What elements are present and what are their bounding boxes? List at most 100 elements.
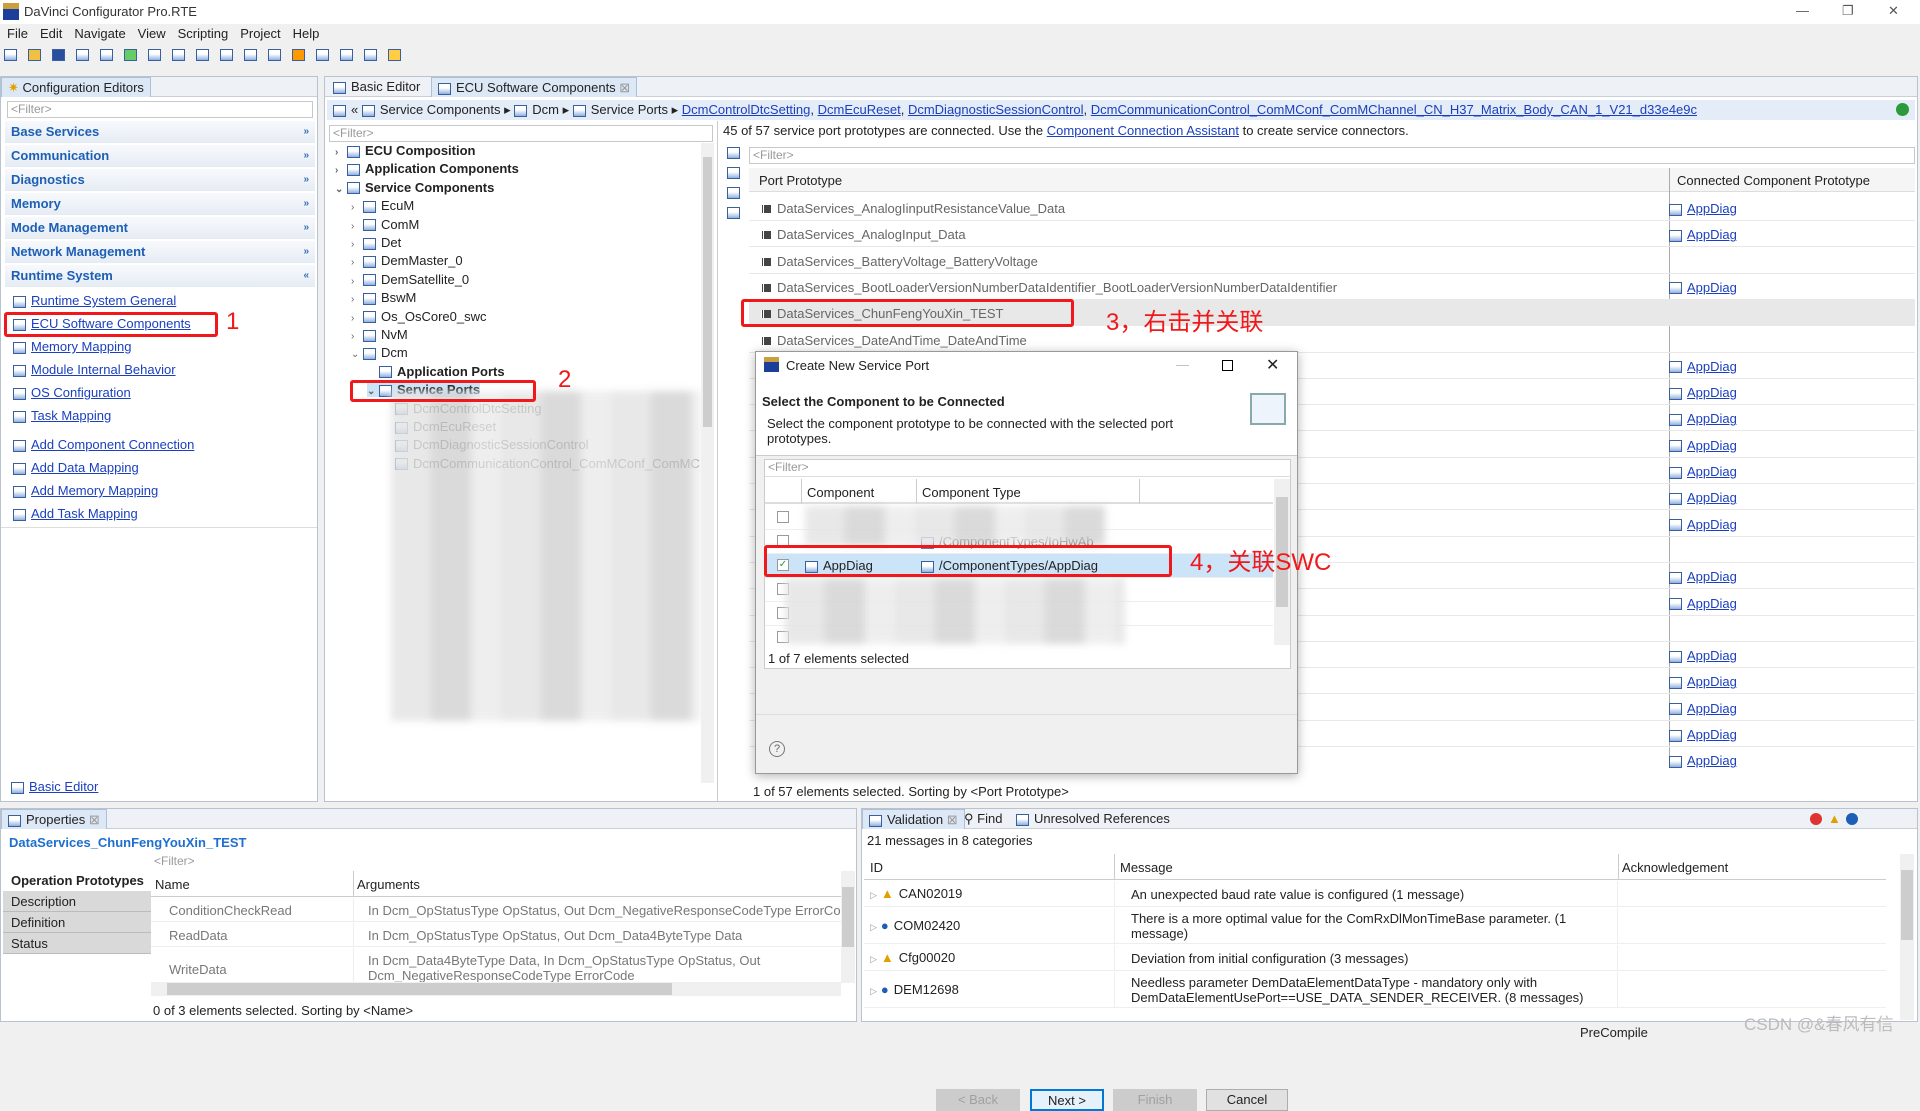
side-tab-description[interactable]: Description	[3, 891, 151, 912]
col-acknowledgement[interactable]: Acknowledgement	[1622, 860, 1728, 875]
tab-validation[interactable]: Validation ⊠	[862, 809, 965, 829]
table-row[interactable]: DataServices_BootLoaderVersionNumberData…	[749, 274, 1915, 300]
category-mode-management[interactable]: Mode Management»	[5, 217, 315, 239]
settings-icon[interactable]	[196, 49, 209, 61]
breadcrumb-link[interactable]: DcmCommunicationControl_ComMConf_ComMCha…	[1091, 102, 1697, 117]
connected-link[interactable]: AppDiag	[1687, 596, 1737, 611]
connected-link[interactable]: AppDiag	[1687, 464, 1737, 479]
connected-component[interactable]: AppDiag	[1669, 359, 1737, 374]
connected-link[interactable]: AppDiag	[1687, 727, 1737, 742]
next-icon[interactable]	[388, 49, 401, 61]
back-icon[interactable]	[292, 49, 305, 61]
menu-file[interactable]: File	[7, 24, 28, 44]
tree-item[interactable]: › Os_OsCore0_swc	[351, 309, 486, 324]
redo-icon[interactable]	[100, 49, 113, 61]
new-icon[interactable]	[4, 49, 17, 61]
connected-component[interactable]: AppDiag	[1669, 385, 1737, 400]
back-button[interactable]: < Back	[936, 1089, 1020, 1111]
col-arguments[interactable]: Arguments	[357, 877, 420, 892]
expand-toggle-icon[interactable]: ›	[351, 294, 363, 305]
expand-toggle-icon[interactable]: ▷	[870, 922, 877, 932]
link-module-internal-behavior[interactable]: Module Internal Behavior	[13, 362, 176, 377]
category-base-services[interactable]: Base Services»	[5, 121, 315, 143]
expand-toggle-icon[interactable]: ›	[351, 331, 363, 342]
connected-component[interactable]: AppDiag	[1669, 438, 1737, 453]
connected-component[interactable]: AppDiag	[1669, 753, 1737, 768]
expand-toggle-icon[interactable]: ▷	[870, 986, 877, 996]
breadcrumb-link[interactable]: DcmControlDtcSetting	[682, 102, 811, 117]
validate-icon[interactable]	[124, 49, 137, 61]
forward-icon[interactable]	[316, 49, 329, 61]
close-tab-icon[interactable]: ⊠	[85, 812, 100, 827]
error-filter-icon[interactable]	[1810, 813, 1822, 825]
properties-vscrollbar[interactable]	[841, 871, 855, 983]
connected-link[interactable]: AppDiag	[1687, 359, 1737, 374]
disconnect-icon[interactable]	[727, 167, 740, 179]
breadcrumb-back[interactable]: «	[351, 102, 362, 117]
link-memory-mapping[interactable]: Memory Mapping	[13, 339, 131, 354]
dialog-close-button[interactable]: ✕	[1266, 355, 1279, 375]
menu-edit[interactable]: Edit	[40, 24, 62, 44]
save-icon[interactable]	[52, 49, 65, 61]
connected-component[interactable]: AppDiag	[1669, 411, 1737, 426]
connected-link[interactable]: AppDiag	[1687, 701, 1737, 716]
connected-link[interactable]: AppDiag	[1687, 517, 1737, 532]
connected-link[interactable]: AppDiag	[1687, 280, 1737, 295]
close-button[interactable]: ✕	[1888, 3, 1899, 19]
tree-item[interactable]: › EcuM	[351, 198, 414, 213]
tree-item[interactable]: › ComM	[351, 217, 419, 232]
dialog-maximize-button[interactable]	[1222, 360, 1233, 371]
dialog-filter-input[interactable]: <Filter>	[765, 460, 1290, 477]
col-component[interactable]: Component	[807, 485, 874, 500]
tab-unresolved-references[interactable]: Unresolved References	[1010, 809, 1176, 829]
link-add-data-mapping[interactable]: Add Data Mapping	[13, 460, 139, 475]
tree-item[interactable]: › NvM	[351, 327, 408, 342]
connect-icon[interactable]	[727, 147, 740, 159]
link-add-component-connection[interactable]: Add Component Connection	[13, 437, 194, 452]
connected-component[interactable]: AppDiag	[1669, 201, 1737, 216]
connected-link[interactable]: AppDiag	[1687, 438, 1737, 453]
menu-navigate[interactable]: Navigate	[74, 24, 125, 44]
breadcrumb-item[interactable]: Service Components	[380, 102, 501, 117]
category-diagnostics[interactable]: Diagnostics»	[5, 169, 315, 191]
link-os-configuration[interactable]: OS Configuration	[13, 385, 131, 400]
expand-toggle-icon[interactable]: ⌄	[335, 184, 347, 195]
tree-item[interactable]: › BswM	[351, 290, 416, 305]
tree-item[interactable]: ⌄ Service Components	[335, 180, 494, 195]
category-communication[interactable]: Communication»	[5, 145, 315, 167]
compare-icon[interactable]	[364, 49, 377, 61]
table-row[interactable]: ▷ ▲ Cfg00020 Deviation from initial configu…	[864, 945, 1886, 971]
tree-item[interactable]: › DemMaster_0	[351, 253, 463, 268]
connected-link[interactable]: AppDiag	[1687, 674, 1737, 689]
restore-button[interactable]: ❐	[1842, 3, 1854, 19]
diagram-icon[interactable]	[244, 49, 257, 61]
close-tab-icon[interactable]: ⊠	[943, 812, 958, 827]
expand-toggle-icon[interactable]: ›	[351, 221, 363, 232]
connected-link[interactable]: AppDiag	[1687, 227, 1737, 242]
tab-basic-editor[interactable]: Basic Editor	[327, 77, 426, 97]
update-icon[interactable]	[172, 49, 185, 61]
next-button[interactable]: Next >	[1030, 1089, 1104, 1111]
expand-toggle-icon[interactable]: ›	[351, 202, 363, 213]
col-message[interactable]: Message	[1120, 860, 1173, 875]
tab-configuration-editors[interactable]: ✷ Configuration Editors	[1, 77, 151, 97]
menu-view[interactable]: View	[138, 24, 166, 44]
connected-link[interactable]: AppDiag	[1687, 201, 1737, 216]
connected-component[interactable]: AppDiag	[1669, 648, 1737, 663]
menu-help[interactable]: Help	[293, 24, 320, 44]
open-icon[interactable]	[28, 49, 41, 61]
link-task-mapping[interactable]: Task Mapping	[13, 408, 111, 423]
tree-filter-input[interactable]: <Filter>	[329, 125, 713, 142]
expand-toggle-icon[interactable]: ›	[351, 276, 363, 287]
expand-toggle-icon[interactable]: ▷	[870, 890, 877, 900]
expand-toggle-icon[interactable]: ›	[351, 257, 363, 268]
close-tab-icon[interactable]: ⊠	[616, 80, 630, 95]
col-port-prototype[interactable]: Port Prototype	[759, 173, 842, 188]
connected-component[interactable]: AppDiag	[1669, 596, 1737, 611]
generate-icon[interactable]	[148, 49, 161, 61]
undo-icon[interactable]	[76, 49, 89, 61]
table-row[interactable]: ▷ ● DEM12698 Needless parameter DemDataElem…	[864, 972, 1886, 1008]
tree-item[interactable]: ⌄ Dcm	[351, 345, 408, 360]
link-basic-editor[interactable]: Basic Editor	[11, 779, 98, 794]
connected-link[interactable]: AppDiag	[1687, 569, 1737, 584]
